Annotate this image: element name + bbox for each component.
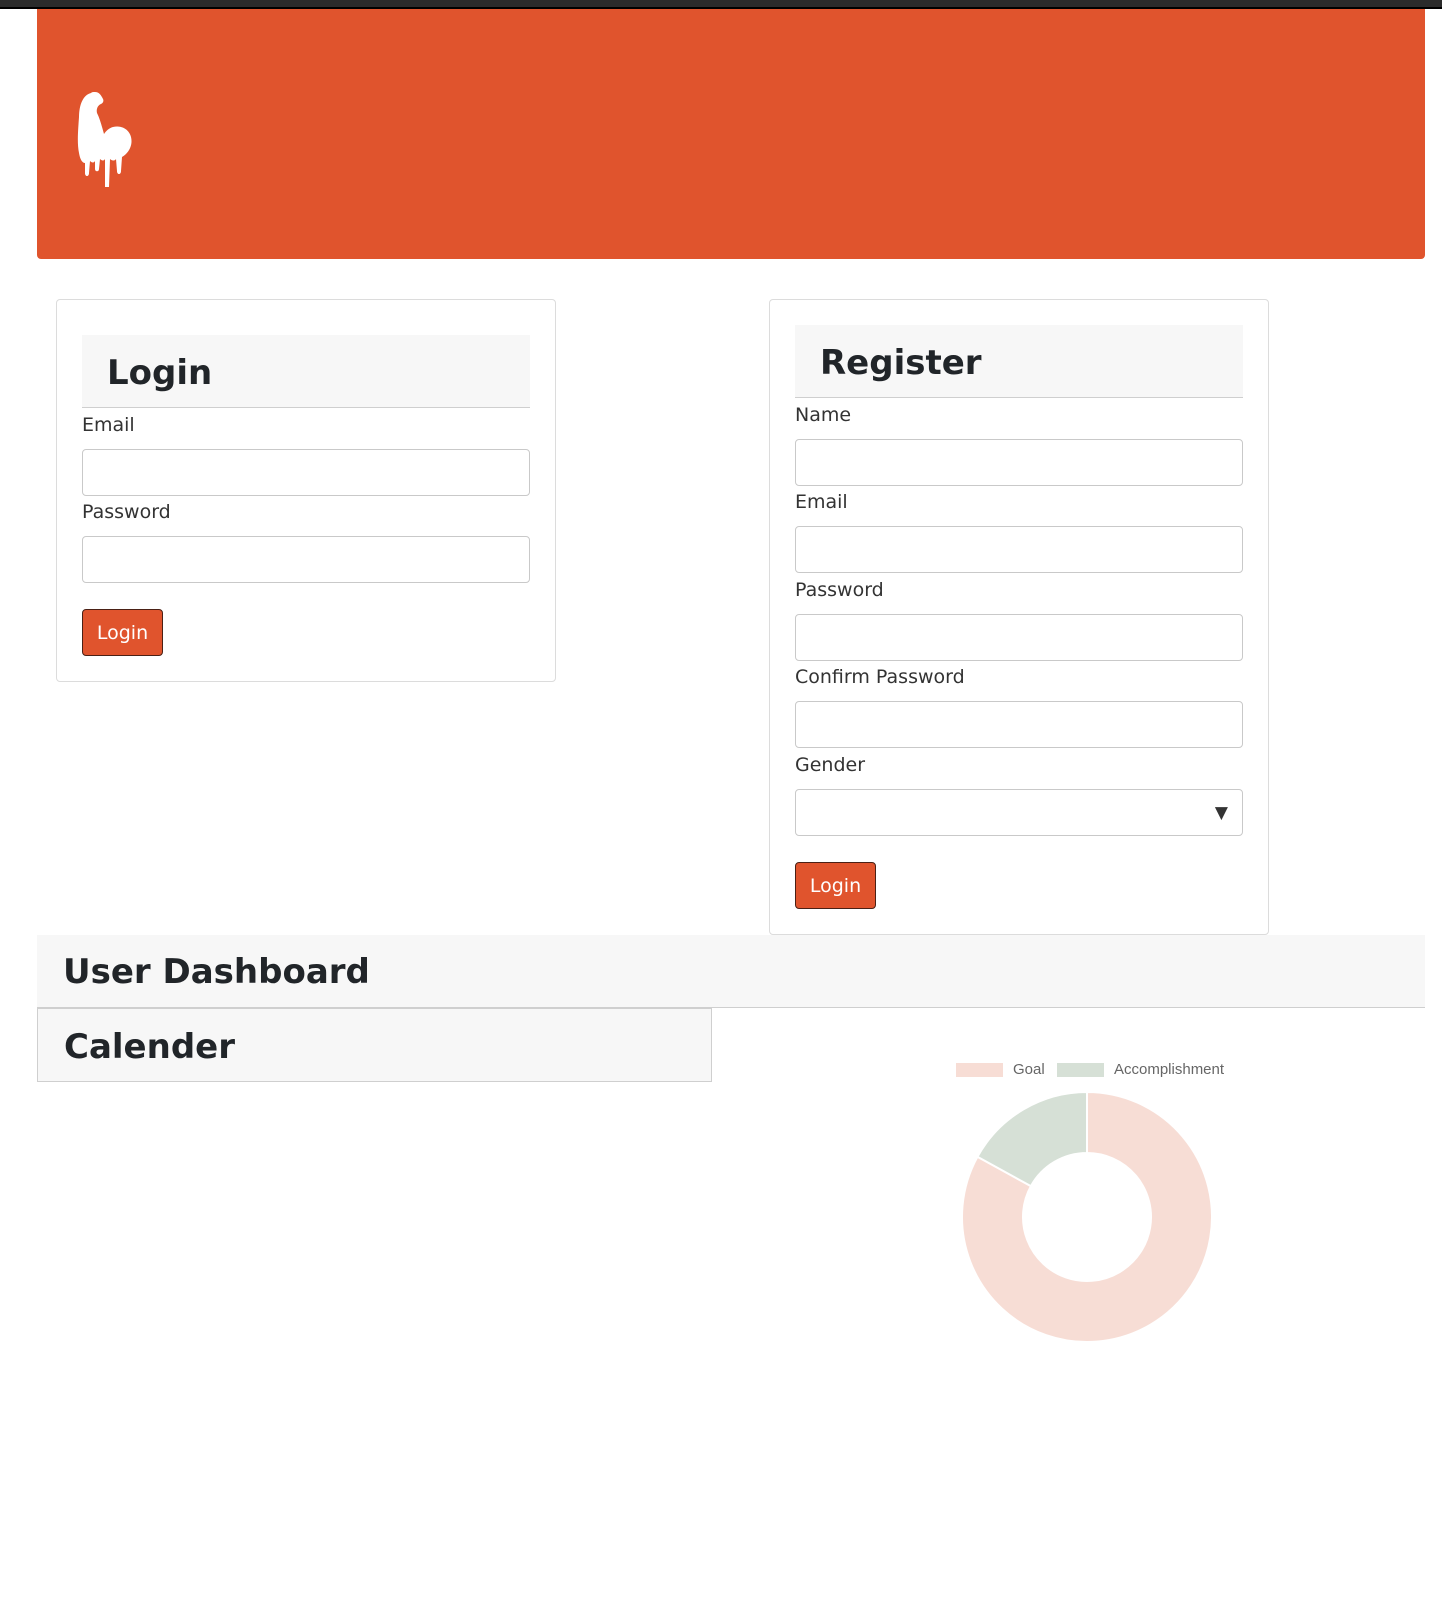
- calendar-header: Calender: [37, 1008, 712, 1082]
- register-title: Register: [820, 343, 982, 383]
- register-password-input[interactable]: [795, 614, 1243, 661]
- flexed-arm-icon: [77, 92, 132, 187]
- register-email-input[interactable]: [795, 526, 1243, 573]
- register-submit-button[interactable]: Login: [795, 862, 876, 909]
- register-confirm-password-input[interactable]: [795, 701, 1243, 748]
- legend-label-accomplishment: Accomplishment: [1114, 1061, 1225, 1078]
- gender-select[interactable]: ▼: [795, 789, 1243, 836]
- register-card-header: Register: [795, 325, 1243, 398]
- register-confirm-password-label: Confirm Password: [795, 666, 965, 688]
- chevron-down-icon: ▼: [1214, 803, 1228, 823]
- register-password-label: Password: [795, 579, 884, 601]
- login-button[interactable]: Login: [82, 609, 163, 656]
- legend-swatch-accomplishment: [1057, 1062, 1104, 1077]
- login-password-label: Password: [82, 501, 171, 523]
- register-name-input[interactable]: [795, 439, 1243, 486]
- legend-item-accomplishment[interactable]: Accomplishment: [1057, 1061, 1224, 1078]
- login-email-label: Email: [82, 414, 135, 436]
- register-name-label: Name: [795, 404, 852, 426]
- login-title: Login: [107, 353, 213, 393]
- user-dashboard-header: User Dashboard: [37, 935, 1425, 1008]
- login-password-input[interactable]: [82, 536, 530, 583]
- login-card: Login Email Password Login: [56, 299, 556, 682]
- legend-label-goal: Goal: [1013, 1061, 1045, 1078]
- login-email-input[interactable]: [82, 449, 530, 496]
- calendar-title: Calender: [64, 1027, 235, 1067]
- legend-item-goal[interactable]: Goal: [956, 1061, 1045, 1078]
- window-top-strip: [0, 0, 1442, 9]
- register-card: Register Name Email Password Confirm Pas…: [769, 299, 1269, 935]
- goal-doughnut-chart: [961, 1090, 1213, 1343]
- login-card-header: Login: [82, 335, 530, 408]
- dashboard-title: User Dashboard: [63, 952, 370, 992]
- register-gender-label: Gender: [795, 754, 866, 776]
- header-banner: [37, 9, 1425, 259]
- register-email-label: Email: [795, 491, 848, 513]
- legend-swatch-goal: [956, 1062, 1003, 1077]
